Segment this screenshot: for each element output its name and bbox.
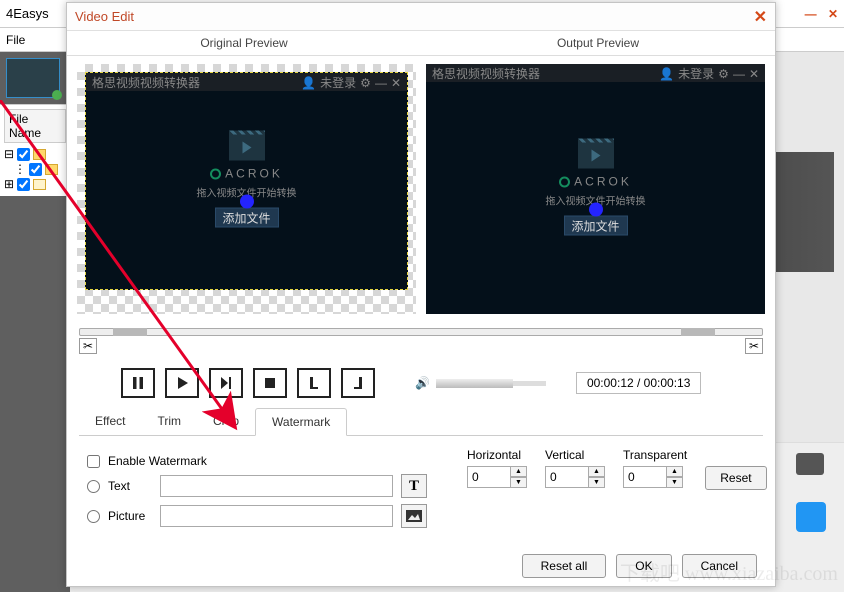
- tab-crop[interactable]: Crop: [197, 408, 255, 435]
- mark-out-button[interactable]: [341, 368, 375, 398]
- tree-check[interactable]: [17, 148, 30, 161]
- acrok-brand: ACROK: [197, 167, 297, 181]
- user-icon: 👤: [301, 76, 316, 90]
- ok-button[interactable]: OK: [616, 554, 671, 578]
- font-button[interactable]: T: [401, 474, 427, 498]
- file-thumbnail[interactable]: [6, 58, 60, 98]
- transparent-input[interactable]: [623, 466, 667, 488]
- tree-row[interactable]: ⊟: [4, 147, 66, 161]
- watermark-text-radio[interactable]: [87, 480, 100, 493]
- timeline[interactable]: ✂ ✂: [79, 328, 763, 354]
- tree-check[interactable]: [17, 178, 30, 191]
- file-tree: File Name ⊟ ⋮ ⊞: [0, 104, 70, 196]
- scissor-left-icon[interactable]: ✂: [79, 338, 97, 354]
- tree-check[interactable]: [29, 163, 42, 176]
- original-preview-label: Original Preview: [67, 31, 421, 55]
- original-video-area: 格思视频视频转换器👤未登录⚙—✕ ACROK 拖入视频文件开始转换 添加文件: [85, 72, 408, 290]
- up-arrow-icon[interactable]: ▲: [511, 466, 527, 477]
- preview-headers: Original Preview Output Preview: [67, 31, 775, 56]
- login-status: 未登录: [320, 76, 356, 90]
- watermark-picture-input[interactable]: [160, 505, 393, 527]
- pause-button[interactable]: [121, 368, 155, 398]
- horizontal-label: Horizontal: [467, 448, 527, 462]
- text-label: Text: [108, 479, 152, 493]
- down-arrow-icon[interactable]: ▼: [511, 477, 527, 488]
- acrok-brand: ACROK: [546, 175, 646, 189]
- horizontal-spinner[interactable]: ▲▼: [467, 466, 527, 488]
- tree-header: File Name: [4, 109, 66, 143]
- dialog-buttons: Reset all OK Cancel: [67, 546, 775, 590]
- edit-tabs: Effect Trim Crop Watermark: [79, 408, 763, 436]
- picture-label: Picture: [108, 509, 152, 523]
- bg-left-panel: File Name ⊟ ⋮ ⊞: [0, 52, 70, 592]
- playback-controls: 🔊 00:00:12 / 00:00:13: [67, 358, 775, 408]
- original-preview[interactable]: 格思视频视频转换器👤未登录⚙—✕ ACROK 拖入视频文件开始转换 添加文件: [77, 64, 416, 314]
- watermark-picture-radio[interactable]: [87, 510, 100, 523]
- mark-in-button[interactable]: [297, 368, 331, 398]
- menu-file[interactable]: File: [6, 33, 25, 47]
- output-preview-label: Output Preview: [421, 31, 775, 55]
- watermark-text-input[interactable]: [160, 475, 393, 497]
- reset-button[interactable]: Reset: [705, 466, 766, 490]
- cancel-button[interactable]: Cancel: [682, 554, 757, 578]
- vertical-label: Vertical: [545, 448, 605, 462]
- vertical-spinner[interactable]: ▲▼: [545, 466, 605, 488]
- video-app-title: 格思视频视频转换器: [92, 74, 200, 91]
- dialog-title: Video Edit: [75, 9, 134, 24]
- enable-watermark-checkbox[interactable]: [87, 455, 100, 468]
- step-button[interactable]: [209, 368, 243, 398]
- stop-button[interactable]: [253, 368, 287, 398]
- output-preview[interactable]: 格思视频视频转换器👤未登录⚙—✕ ACROK 拖入视频文件开始转换 添加文件: [426, 64, 765, 314]
- transparent-label: Transparent: [623, 448, 687, 462]
- browse-picture-button[interactable]: [401, 504, 427, 528]
- tab-effect[interactable]: Effect: [79, 408, 141, 435]
- convert-button[interactable]: [796, 502, 826, 532]
- main-title: 4Easys: [6, 6, 49, 21]
- time-display: 00:00:12 / 00:00:13: [576, 372, 701, 394]
- reset-all-button[interactable]: Reset all: [522, 554, 607, 578]
- tree-row[interactable]: ⊞: [4, 177, 66, 191]
- enable-watermark-label: Enable Watermark: [108, 454, 207, 468]
- watermark-panel: Enable Watermark Text T Picture Horizont…: [67, 436, 775, 546]
- video-edit-dialog: Video Edit ✕ Original Preview Output Pre…: [66, 2, 776, 587]
- tab-watermark[interactable]: Watermark: [255, 408, 347, 436]
- gear-icon: ⚙: [360, 76, 371, 90]
- output-video-area: 格思视频视频转换器👤未登录⚙—✕ ACROK 拖入视频文件开始转换 添加文件: [426, 64, 765, 314]
- snapshot-icon[interactable]: [796, 453, 824, 475]
- add-file-button: 添加文件: [215, 208, 279, 228]
- main-close-icon[interactable]: ✕: [828, 7, 838, 21]
- transparent-spinner[interactable]: ▲▼: [623, 466, 687, 488]
- add-file-button: 添加文件: [564, 216, 628, 236]
- volume-control[interactable]: 🔊: [415, 376, 546, 390]
- play-button[interactable]: [165, 368, 199, 398]
- clapper-icon: [578, 143, 614, 169]
- tab-trim[interactable]: Trim: [141, 408, 197, 435]
- main-minimize-icon[interactable]: —: [805, 7, 817, 21]
- close-icon[interactable]: ✕: [754, 7, 767, 27]
- tree-row[interactable]: ⋮: [4, 162, 66, 176]
- speaker-icon[interactable]: 🔊: [415, 376, 430, 390]
- clapper-icon: [229, 135, 265, 161]
- scissor-right-icon[interactable]: ✂: [745, 338, 763, 354]
- dialog-titlebar: Video Edit ✕: [67, 3, 775, 31]
- horizontal-input[interactable]: [467, 466, 511, 488]
- volume-slider[interactable]: [436, 381, 546, 386]
- vertical-input[interactable]: [545, 466, 589, 488]
